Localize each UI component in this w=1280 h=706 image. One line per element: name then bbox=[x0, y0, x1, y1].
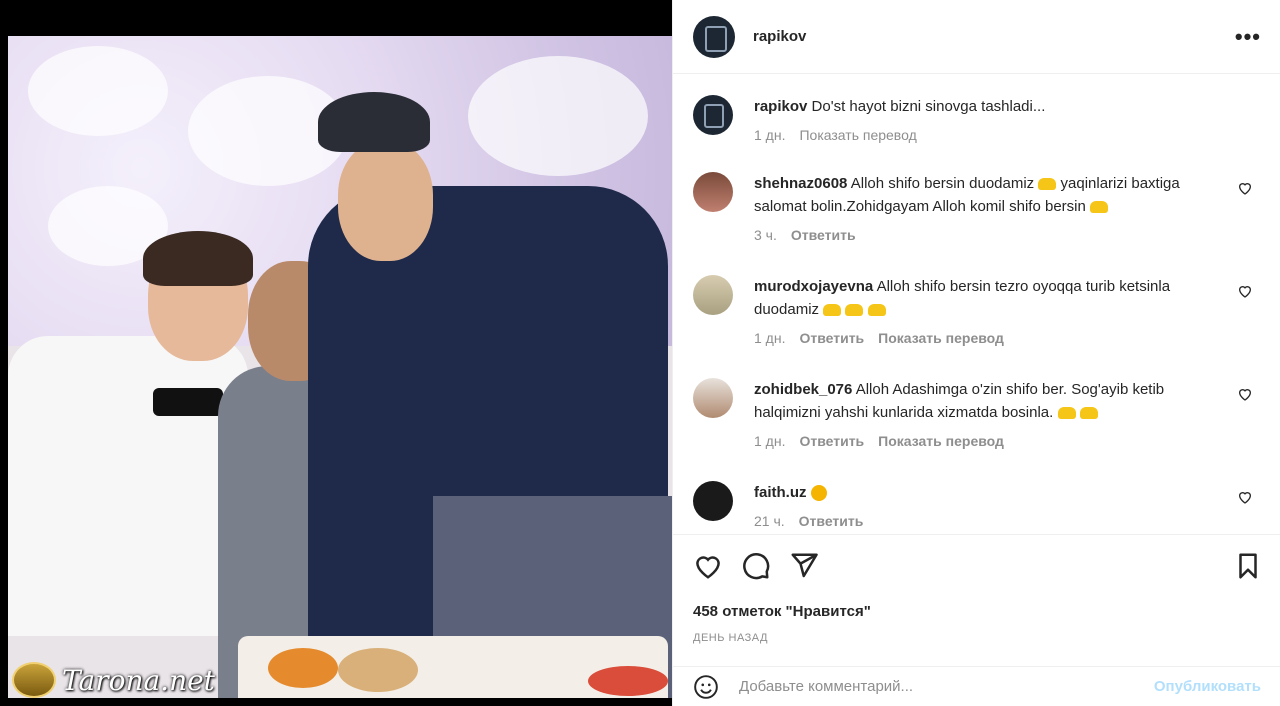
comment-username[interactable]: shehnaz0608 bbox=[754, 175, 847, 192]
comment-avatar[interactable] bbox=[693, 481, 733, 521]
comment-avatar[interactable] bbox=[693, 378, 733, 418]
comment-time: 1 дн. bbox=[754, 330, 786, 346]
hands-emoji-icon bbox=[1090, 201, 1109, 214]
tarona-logo-icon bbox=[12, 662, 56, 698]
comment-username[interactable]: faith.uz bbox=[754, 484, 807, 501]
comment-item: zohidbek_076 Alloh Adashimga o'zin shifo… bbox=[693, 378, 1253, 453]
caption-meta: 1 дн. Показать перевод bbox=[754, 124, 1224, 147]
comment-bubble-icon[interactable] bbox=[741, 551, 771, 581]
reply-button[interactable]: Ответить bbox=[791, 224, 856, 247]
publish-button[interactable]: Опубликовать bbox=[1154, 678, 1261, 695]
caption-username[interactable]: rapikov bbox=[754, 98, 807, 115]
comment-meta: 3 ч. Ответить bbox=[754, 224, 1224, 247]
caption: rapikov Do'st hayot bizni sinovga tashla… bbox=[693, 95, 1253, 147]
comment-username[interactable]: zohidbek_076 bbox=[754, 381, 852, 398]
like-comment-heart-icon[interactable] bbox=[1237, 386, 1253, 402]
comment-item: murodxojayevna Alloh shifo bersin tezro … bbox=[693, 275, 1253, 350]
comment-meta: 1 дн. Ответить Показать перевод bbox=[754, 430, 1224, 453]
photo-pane: Tarona.net bbox=[0, 0, 672, 706]
post-photo[interactable] bbox=[8, 36, 672, 698]
blossom bbox=[468, 56, 648, 176]
translate-link[interactable]: Показать перевод bbox=[878, 430, 1004, 453]
food-plate bbox=[268, 648, 338, 688]
comment-avatar[interactable] bbox=[693, 275, 733, 315]
person-left-hair bbox=[143, 231, 253, 286]
comment-input[interactable]: Добавьте комментарий... bbox=[739, 678, 913, 695]
share-send-icon[interactable] bbox=[789, 551, 819, 581]
hands-emoji-icon bbox=[867, 304, 886, 317]
caption-avatar[interactable] bbox=[693, 95, 733, 135]
caption-time: 1 дн. bbox=[754, 127, 786, 143]
comment-body: shehnaz0608 Alloh shifo bersin duodamiz … bbox=[754, 172, 1224, 247]
reply-button[interactable]: Ответить bbox=[799, 510, 864, 533]
watermark: Tarona.net bbox=[12, 662, 215, 698]
cap bbox=[318, 92, 430, 152]
comment-time: 21 ч. bbox=[754, 513, 785, 529]
blossom bbox=[28, 46, 168, 136]
comment-meta: 21 ч. Ответить bbox=[754, 510, 1224, 533]
watermark-text: Tarona.net bbox=[62, 663, 215, 697]
author-username[interactable]: rapikov bbox=[753, 28, 806, 45]
salad-plate bbox=[588, 666, 668, 696]
hands-emoji-icon bbox=[1079, 407, 1098, 420]
translate-link[interactable]: Показать перевод bbox=[878, 327, 1004, 350]
like-comment-heart-icon[interactable] bbox=[1237, 283, 1253, 299]
likes-count[interactable]: 458 отметок "Нравится" bbox=[693, 603, 871, 620]
bow-tie bbox=[153, 388, 223, 416]
comment-body: murodxojayevna Alloh shifo bersin tezro … bbox=[754, 275, 1224, 350]
comment-item: shehnaz0608 Alloh shifo bersin duodamiz … bbox=[693, 172, 1253, 247]
post-header: rapikov ••• bbox=[673, 0, 1280, 74]
caption-text: Do'st hayot bizni sinovga tashladi... bbox=[811, 98, 1046, 115]
comment-item: faith.uz 21 ч. Ответить bbox=[693, 481, 1253, 533]
caption-body: rapikov Do'st hayot bizni sinovga tashla… bbox=[754, 95, 1224, 147]
comment-time: 3 ч. bbox=[754, 227, 777, 243]
comment-meta: 1 дн. Ответить Показать перевод bbox=[754, 327, 1224, 350]
nuts-bowl bbox=[338, 648, 418, 692]
like-comment-heart-icon[interactable] bbox=[1237, 489, 1253, 505]
comment-body: faith.uz 21 ч. Ответить bbox=[754, 481, 1224, 533]
comment-text: Alloh shifo bersin duodamiz bbox=[850, 175, 1035, 192]
reply-button[interactable]: Ответить bbox=[799, 327, 864, 350]
hands-emoji-icon bbox=[823, 304, 842, 317]
clap-emoji-icon bbox=[1057, 407, 1076, 420]
person-left-shirt bbox=[8, 336, 248, 636]
reply-button[interactable]: Ответить bbox=[799, 430, 864, 453]
comments-list[interactable]: rapikov Do'st hayot bizni sinovga tashla… bbox=[673, 75, 1280, 533]
like-comment-heart-icon[interactable] bbox=[1237, 180, 1253, 196]
translate-link[interactable]: Показать перевод bbox=[799, 124, 916, 147]
hands-emoji-icon bbox=[1038, 178, 1057, 191]
save-bookmark-icon[interactable] bbox=[1233, 551, 1263, 581]
comment-username[interactable]: murodxojayevna bbox=[754, 278, 873, 295]
person-right-face bbox=[338, 141, 433, 261]
action-icons bbox=[693, 551, 1261, 581]
author-avatar[interactable] bbox=[693, 15, 735, 58]
comment-time: 1 дн. bbox=[754, 433, 786, 449]
post-actions: 458 отметок "Нравится" ДЕНЬ НАЗАД bbox=[673, 534, 1280, 665]
like-heart-icon[interactable] bbox=[693, 551, 723, 581]
comment-body: zohidbek_076 Alloh Adashimga o'zin shifo… bbox=[754, 378, 1224, 453]
emoji-smile-icon[interactable] bbox=[693, 674, 719, 700]
hands-emoji-icon bbox=[845, 304, 864, 317]
comment-avatar[interactable] bbox=[693, 172, 733, 212]
post-time: ДЕНЬ НАЗАД bbox=[693, 632, 768, 644]
more-icon[interactable]: ••• bbox=[1235, 24, 1261, 50]
post-sidebar: rapikov ••• rapikov Do'st hayot bizni si… bbox=[672, 0, 1280, 706]
add-comment-bar: Добавьте комментарий... Опубликовать bbox=[673, 666, 1280, 706]
flushed-face-emoji-icon bbox=[810, 485, 827, 502]
